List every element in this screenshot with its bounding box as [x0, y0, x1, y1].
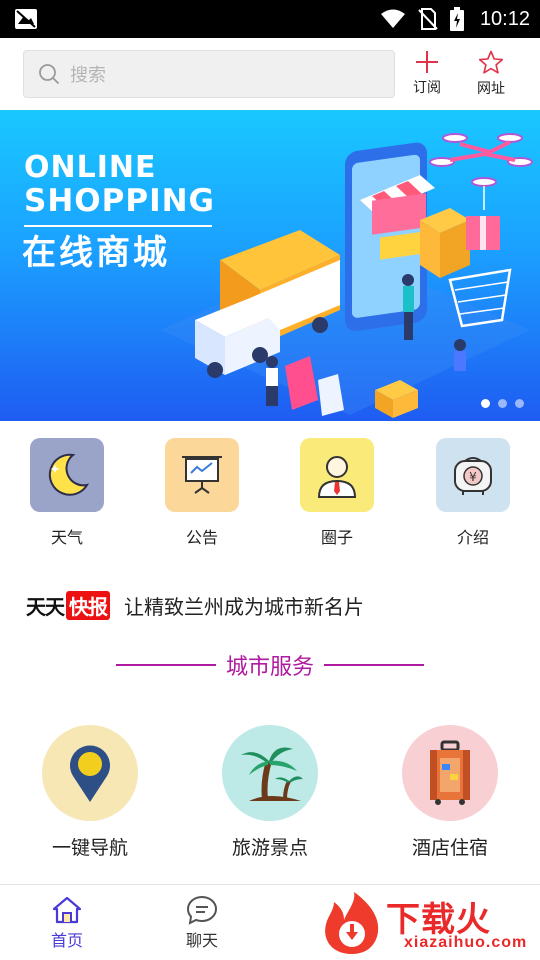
quick-item-weather[interactable]: 天气 — [22, 438, 112, 548]
service-attractions[interactable]: 旅游景点 — [205, 725, 335, 860]
promo-banner[interactable]: ONLINE SHOPPING 在线商城 — [0, 110, 540, 421]
person-icon — [317, 456, 357, 498]
banner-title-line1: ONLINE — [24, 150, 157, 185]
news-brand-a: 天天 — [26, 594, 65, 619]
website-label: 网址 — [477, 81, 505, 97]
quick-item-circle[interactable]: 圈子 — [292, 438, 382, 548]
svg-text:¥: ¥ — [469, 470, 477, 484]
carousel-dot[interactable] — [498, 399, 507, 408]
home-icon — [52, 896, 82, 924]
app-notification-icon — [15, 9, 37, 29]
moon-icon — [48, 453, 90, 496]
chat-bubble-icon — [186, 895, 218, 925]
website-button[interactable]: 网址 — [466, 50, 516, 100]
carousel-dot-active[interactable] — [481, 399, 490, 408]
top-header: 搜索 订阅 网址 — [0, 38, 540, 110]
service-attractions-circle — [222, 725, 318, 821]
presentation-icon — [182, 456, 222, 494]
quick-label-weather: 天气 — [50, 528, 83, 547]
watermark-url: xiazaihuo.com — [404, 934, 528, 951]
service-navigation[interactable]: 一键导航 — [25, 725, 155, 860]
quick-label-announcement: 公告 — [185, 528, 218, 547]
subscribe-label: 订阅 — [413, 80, 441, 96]
battery-charging-icon — [449, 7, 464, 31]
banner-subtitle: 在线商城 — [22, 233, 170, 273]
section-header-city-services: 城市服务 — [0, 648, 540, 682]
nav-chat-label: 聊天 — [185, 931, 218, 950]
carousel-dot[interactable] — [515, 399, 524, 408]
search-input[interactable]: 搜索 — [23, 50, 395, 98]
quick-item-introduction[interactable]: ¥ 介绍 — [428, 438, 518, 548]
flame-logo-icon — [325, 892, 379, 954]
wifi-icon — [380, 9, 405, 28]
carousel-indicator — [481, 399, 524, 408]
watermark: 下载火 xiazaihuo.com — [318, 888, 540, 960]
nav-home[interactable]: 首页 — [32, 895, 102, 951]
nav-home-label: 首页 — [50, 931, 83, 950]
quick-item-announcement[interactable]: 公告 — [157, 438, 247, 548]
clock: 10:12 — [479, 7, 530, 30]
subscribe-button[interactable]: 订阅 — [402, 50, 452, 100]
location-pin-icon — [70, 745, 110, 802]
money-bag-icon: ¥ — [454, 457, 492, 495]
search-icon — [39, 64, 60, 85]
nav-chat[interactable]: 聊天 — [167, 895, 237, 951]
no-sim-icon — [418, 8, 438, 30]
shopping-illustration — [160, 133, 533, 418]
status-bar: 10:12 — [0, 0, 540, 38]
luggage-icon — [430, 740, 470, 805]
quick-label-introduction: 介绍 — [456, 528, 489, 547]
section-divider-right — [324, 664, 424, 666]
plus-icon — [416, 51, 438, 73]
circle-tile — [300, 438, 374, 512]
service-navigation-circle — [42, 725, 138, 821]
section-divider-left — [115, 664, 216, 666]
announcement-tile — [165, 438, 239, 512]
search-placeholder: 搜索 — [70, 65, 106, 86]
service-label-attractions: 旅游景点 — [231, 837, 308, 859]
service-label-hotel: 酒店住宿 — [411, 837, 488, 859]
service-hotel-circle — [402, 725, 498, 821]
news-brand-b: 快报 — [66, 590, 110, 620]
news-headline[interactable]: 让精致兰州成为城市新名片 — [124, 591, 364, 620]
service-hotel[interactable]: 酒店住宿 — [385, 725, 515, 860]
service-label-navigation: 一键导航 — [51, 837, 128, 859]
star-icon — [478, 50, 504, 74]
palm-tree-icon — [241, 747, 303, 801]
weather-tile — [30, 438, 104, 512]
quick-menu: 天气 公告 圈子 ¥ 介绍 — [0, 438, 540, 548]
introduction-tile: ¥ — [436, 438, 510, 512]
news-ticker[interactable]: 天天 快报 让精致兰州成为城市新名片 — [26, 589, 364, 621]
section-title: 城市服务 — [225, 655, 314, 680]
quick-label-circle: 圈子 — [320, 528, 353, 547]
